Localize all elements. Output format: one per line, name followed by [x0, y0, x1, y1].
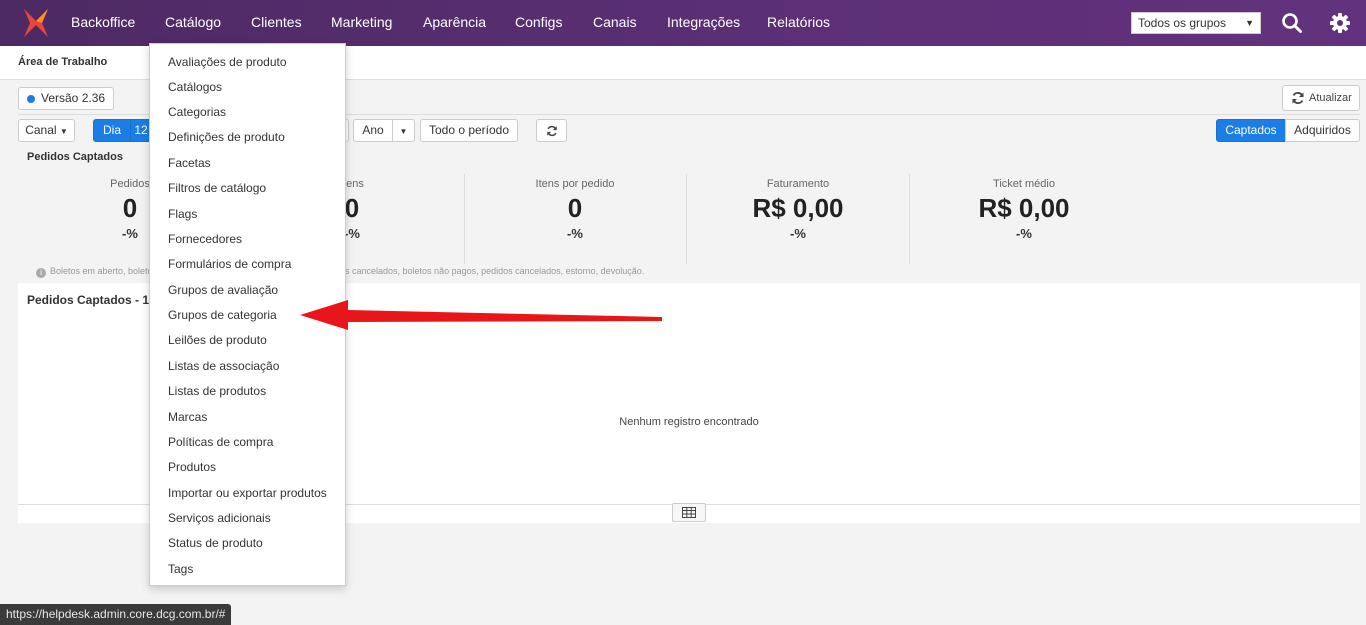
page-title: Área de Trabalho	[18, 56, 108, 68]
menu-item-facetas[interactable]: Facetas	[168, 156, 211, 170]
caret-down-icon: ▼	[399, 127, 408, 136]
captados-label: Captados	[1225, 123, 1277, 137]
menu-item-listas-produtos[interactable]: Listas de produtos	[168, 384, 266, 398]
ano-label: Ano	[362, 123, 384, 137]
caret-down-icon: ▼	[59, 127, 68, 136]
table-toggle-button[interactable]	[672, 503, 706, 522]
ano-dropdown[interactable]: ▼	[392, 119, 415, 142]
divider	[686, 174, 687, 264]
menu-item-avaliacoes[interactable]: Avaliações de produto	[168, 55, 287, 69]
dia-label: Dia	[102, 123, 121, 137]
nav-catalogo[interactable]: Catálogo	[165, 0, 221, 46]
menu-item-leiloes[interactable]: Leilões de produto	[168, 333, 267, 347]
adquiridos-toggle[interactable]: Adquiridos	[1285, 119, 1360, 142]
note-text-right: es cancelados, boletos não pagos, pedido…	[340, 266, 645, 276]
version-badge: Versão 2.36	[18, 87, 115, 110]
dia-button[interactable]: Dia	[93, 119, 131, 142]
menu-item-tags[interactable]: Tags	[168, 562, 193, 576]
stat-pct: -%	[567, 226, 583, 241]
nav-integracoes[interactable]: Integrações	[667, 0, 740, 46]
reload-button[interactable]	[536, 119, 567, 142]
nav-configs[interactable]: Configs	[515, 0, 562, 46]
info-note-continued: es cancelados, boletos não pagos, pedido…	[340, 266, 644, 276]
nav-aparencia[interactable]: Aparência	[423, 0, 486, 46]
panel-title: Pedidos Captados - 12	[27, 293, 156, 307]
status-dot	[27, 95, 35, 103]
divider	[909, 174, 910, 264]
menu-item-flags[interactable]: Flags	[168, 207, 197, 221]
menu-item-definicoes[interactable]: Definições de produto	[168, 130, 285, 144]
version-label: Versão 2.36	[41, 91, 106, 105]
stat-label: Faturamento	[766, 178, 830, 190]
menu-item-servicos[interactable]: Serviços adicionais	[168, 511, 271, 525]
menu-item-grupos-categoria[interactable]: Grupos de categoria	[168, 308, 277, 322]
stat-pct: -%	[790, 226, 806, 241]
nav-backoffice[interactable]: Backoffice	[71, 0, 135, 46]
dia-value: 12	[134, 123, 148, 137]
stat-label: Itens por pedido	[535, 178, 615, 190]
menu-item-grupos-avaliacao[interactable]: Grupos de avaliação	[168, 283, 278, 297]
info-icon: i	[36, 268, 46, 278]
nav-canais[interactable]: Canais	[593, 0, 637, 46]
canal-label: Canal	[25, 123, 57, 137]
stat-value: R$ 0,00	[752, 193, 844, 223]
menu-item-fornecedores[interactable]: Fornecedores	[168, 232, 242, 246]
captados-toggle[interactable]: Captados	[1216, 119, 1286, 142]
ano-button[interactable]: Ano	[353, 119, 393, 142]
menu-item-politicas[interactable]: Políticas de compra	[168, 435, 273, 449]
gear-icon[interactable]	[1329, 12, 1351, 34]
annotation-arrow-icon	[300, 300, 662, 330]
top-navbar: Backoffice Catálogo Clientes Marketing A…	[0, 0, 1366, 46]
menu-item-filtros[interactable]: Filtros de catálogo	[168, 181, 266, 195]
menu-item-catalogos[interactable]: Catálogos	[168, 80, 222, 94]
stat-value: 0	[567, 193, 583, 223]
info-note: i Boletos em aberto, boletos	[36, 266, 157, 278]
todo-periodo-label: Todo o período	[428, 123, 510, 137]
stat-label: Ticket médio	[993, 178, 1055, 190]
stat-value: R$ 0,00	[978, 193, 1070, 223]
note-text-left: Boletos em aberto, boletos	[50, 266, 158, 276]
stat-itens-por-pedido: Itens por pedido 0 -%	[465, 178, 685, 241]
refresh-icon	[1292, 92, 1304, 104]
caret-down-icon: ▼	[1245, 18, 1254, 28]
todo-periodo-button[interactable]: Todo o período	[420, 119, 518, 142]
menu-item-formularios[interactable]: Formulários de compra	[168, 257, 291, 271]
refresh-label: Atualizar	[1309, 92, 1352, 104]
menu-item-listas-associacao[interactable]: Listas de associação	[168, 359, 279, 373]
menu-item-produtos[interactable]: Produtos	[168, 460, 216, 474]
stat-pct: -%	[1016, 226, 1032, 241]
nav-marketing[interactable]: Marketing	[331, 0, 392, 46]
search-icon[interactable]	[1281, 12, 1303, 34]
menu-item-marcas[interactable]: Marcas	[168, 410, 207, 424]
group-select-value: Todos os grupos	[1138, 16, 1227, 30]
nav-clientes[interactable]: Clientes	[251, 0, 302, 46]
section-title: Pedidos Captados	[27, 151, 123, 163]
menu-item-status[interactable]: Status de produto	[168, 536, 263, 550]
refresh-button[interactable]: Atualizar	[1282, 85, 1360, 111]
status-bar-url: https://helpdesk.admin.core.dcg.com.br/#	[0, 604, 232, 625]
group-select[interactable]: Todos os grupos ▼	[1131, 12, 1261, 34]
menu-item-importar-exportar[interactable]: Importar ou exportar produtos	[168, 486, 327, 500]
stat-ticket-medio: Ticket médio R$ 0,00 -%	[914, 178, 1134, 241]
refresh-icon	[546, 125, 557, 137]
nav-relatorios[interactable]: Relatórios	[767, 0, 830, 46]
logo-icon[interactable]	[20, 7, 52, 39]
menu-item-categorias[interactable]: Categorias	[168, 105, 226, 119]
adquiridos-label: Adquiridos	[1294, 123, 1351, 137]
table-icon	[682, 507, 696, 518]
canal-dropdown[interactable]: Canal ▼	[18, 119, 75, 142]
stat-faturamento: Faturamento R$ 0,00 -%	[688, 178, 908, 241]
